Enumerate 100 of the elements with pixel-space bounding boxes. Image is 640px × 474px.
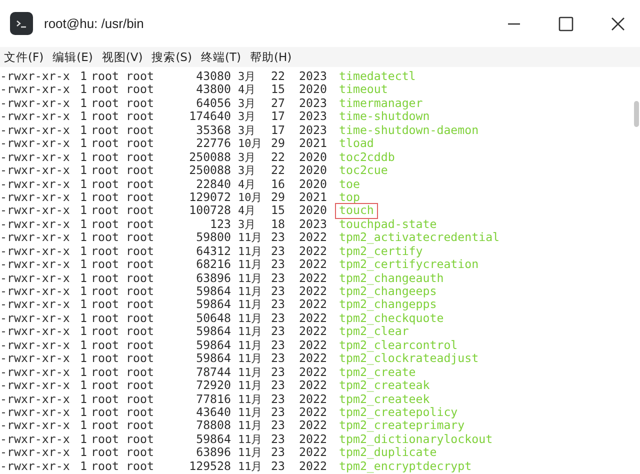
file-name: tpm2_certify (338, 244, 423, 258)
group-text: root (126, 392, 154, 406)
group-text: root (126, 325, 154, 339)
group-text: root (126, 379, 154, 393)
day-text: 22 (270, 150, 285, 164)
day-text: 23 (270, 298, 285, 312)
day-text: 23 (270, 325, 285, 339)
year-text: 2022 (299, 258, 328, 272)
permissions-text: -rwxr-xr-x (0, 460, 71, 474)
year-text: 2022 (299, 231, 328, 245)
file-size: 63896 (195, 446, 231, 460)
day-text: 23 (270, 392, 285, 406)
file-name: tpm2_clearcontrol (338, 338, 459, 352)
owner-text: root (91, 366, 120, 380)
owner-text: root (91, 285, 120, 298)
link-count: 1 (79, 366, 88, 380)
owner-text: root (91, 419, 120, 433)
permissions-text: -rwxr-xr-x (0, 258, 71, 272)
owner-text: root (91, 83, 120, 97)
day-text: 15 (270, 83, 285, 97)
month-text: 11月 (238, 352, 264, 366)
menu-item[interactable]: 终端(T) (200, 47, 241, 67)
menu-item[interactable]: 编辑(E) (52, 47, 93, 67)
owner-text: root (91, 312, 120, 326)
month-text: 11月 (238, 325, 264, 339)
link-count: 1 (79, 204, 88, 218)
permissions-text: -rwxr-xr-x (0, 231, 71, 245)
link-count: 1 (79, 70, 88, 84)
group-text: root (126, 137, 154, 151)
month-text: 11月 (238, 419, 264, 433)
link-count: 1 (79, 190, 88, 204)
link-count: 1 (79, 178, 88, 191)
menu-item[interactable]: 帮助(H) (250, 47, 292, 67)
month-text: 3月 (238, 218, 257, 232)
permissions-text: -rwxr-xr-x (0, 285, 71, 298)
year-text: 2023 (299, 218, 328, 232)
link-count: 1 (79, 352, 88, 366)
menu-item[interactable]: 视图(V) (102, 47, 143, 67)
file-name: tpm2_createpolicy (338, 406, 459, 420)
owner-text: root (91, 379, 120, 393)
year-text: 2022 (299, 285, 328, 298)
owner-text: root (91, 190, 120, 204)
owner-text: root (91, 204, 120, 218)
day-text: 15 (270, 204, 285, 218)
file-size: 77816 (195, 392, 231, 406)
month-text: 3月 (238, 70, 257, 84)
scrollbar-thumb[interactable] (634, 101, 639, 127)
owner-text: root (91, 70, 120, 84)
group-text: root (126, 124, 154, 138)
day-text: 22 (270, 70, 285, 84)
day-text: 22 (270, 164, 285, 178)
month-text: 11月 (238, 446, 264, 460)
year-text: 2022 (299, 460, 328, 474)
menu-item[interactable]: 文件(F) (4, 47, 44, 67)
link-count: 1 (79, 446, 88, 460)
year-text: 2022 (299, 379, 328, 393)
file-name: tpm2_changeeps (338, 285, 437, 298)
link-count: 1 (79, 312, 88, 326)
file-size: 59800 (195, 231, 231, 245)
day-text: 23 (270, 258, 285, 272)
permissions-text: -rwxr-xr-x (0, 124, 71, 138)
window-title: root@hu: /usr/bin (44, 14, 144, 33)
terminal-app-icon (10, 12, 33, 35)
owner-text: root (91, 137, 120, 151)
minimize-icon (507, 22, 521, 24)
permissions-text: -rwxr-xr-x (0, 419, 71, 433)
file-size: 59864 (195, 298, 231, 312)
owner-text: root (91, 432, 120, 446)
group-text: root (126, 312, 154, 326)
file-name: tpm2_changeauth (338, 272, 444, 286)
permissions-text: -rwxr-xr-x (0, 338, 71, 352)
day-text: 23 (270, 231, 285, 245)
link-count: 1 (79, 272, 88, 286)
link-count: 1 (79, 338, 88, 352)
month-text: 11月 (238, 258, 264, 272)
owner-text: root (91, 124, 120, 138)
group-text: root (126, 285, 154, 298)
day-text: 18 (270, 218, 285, 232)
file-name: tpm2_create (338, 366, 416, 380)
owner-text: root (91, 325, 120, 339)
permissions-text: -rwxr-xr-x (0, 392, 71, 406)
year-text: 2022 (299, 298, 328, 312)
file-size: 64312 (195, 244, 231, 258)
year-text: 2020 (299, 164, 328, 178)
month-text: 11月 (238, 432, 264, 446)
owner-text: root (91, 272, 120, 286)
file-size: 22840 (195, 178, 231, 191)
owner-text: root (91, 110, 120, 124)
month-text: 3月 (238, 110, 257, 124)
month-text: 10月 (238, 137, 264, 151)
menu-item[interactable]: 搜索(S) (152, 47, 192, 67)
link-count: 1 (79, 460, 88, 474)
file-size: 43640 (195, 406, 231, 420)
file-size: 43080 (195, 70, 231, 84)
file-size: 64056 (195, 96, 231, 110)
day-text: 17 (270, 110, 285, 124)
year-text: 2020 (299, 204, 328, 218)
link-count: 1 (79, 432, 88, 446)
group-text: root (126, 204, 154, 218)
month-text: 3月 (238, 150, 257, 164)
